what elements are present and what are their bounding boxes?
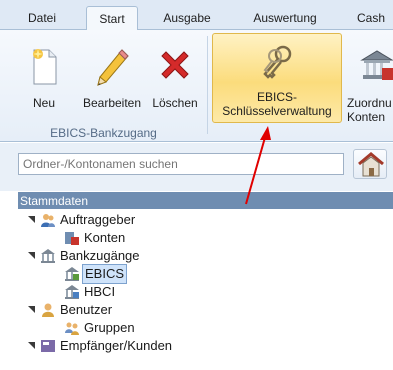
tree-node-label: Konten: [84, 230, 126, 245]
pencil-icon: [97, 49, 129, 86]
new-button-label: Neu: [32, 96, 55, 110]
tree-node-label: Empfänger/Kunden: [60, 338, 173, 353]
master-data-tree: Auftraggeber Konten Bankzugänge EBICS HB…: [18, 209, 393, 370]
edit-button-label: Bearbeiten: [82, 96, 142, 110]
search-bar: [0, 143, 393, 191]
bank-access-icon: [65, 285, 79, 299]
keys-icon: [263, 45, 292, 79]
expand-arrow-icon[interactable]: [28, 342, 35, 349]
tree-node-label: Gruppen: [84, 320, 135, 335]
tree-node-label: Benutzer: [60, 302, 113, 317]
assignment-label-line1: Zuordnu: [347, 96, 392, 110]
expand-arrow-icon[interactable]: [28, 306, 35, 313]
bank-building-icon: [360, 50, 393, 80]
tab-cash[interactable]: Cash: [346, 6, 393, 31]
assignment-button-label: Zuordnu Konten: [344, 96, 393, 124]
edit-button[interactable]: Bearbeiten: [72, 34, 152, 120]
ebics-key-management-button[interactable]: EBICS- Schlüsselverwaltung: [212, 33, 342, 123]
home-button[interactable]: [353, 149, 387, 179]
recipients-icon: [41, 340, 55, 352]
expand-arrow-icon[interactable]: [28, 216, 35, 223]
tree-node-label: EBICS: [82, 264, 128, 284]
new-document-icon: [33, 49, 57, 85]
delete-button[interactable]: Löschen: [146, 34, 204, 120]
delete-button-label: Löschen: [152, 96, 198, 110]
accounts-icon: [65, 232, 79, 245]
tree-section-header: Stammdaten: [18, 192, 393, 209]
delete-x-icon: [161, 51, 189, 79]
ribbon: Neu Bearbeiten Löschen EBICS-Bankzugang …: [0, 30, 393, 142]
tree-node-label: HBCI: [84, 284, 116, 299]
new-button[interactable]: Neu: [26, 34, 62, 120]
tree-node-label: Bankzugänge: [60, 248, 140, 263]
ribbon-group-label: EBICS-Bankzugang: [50, 126, 157, 140]
house-icon: [358, 152, 384, 177]
ebics-button-label: EBICS- Schlüsselverwaltung: [213, 90, 341, 118]
ebics-label-line1: EBICS-: [256, 90, 297, 104]
tab-datei[interactable]: Datei: [22, 6, 62, 31]
ribbon-tab-bar: Datei Start Ausgabe Auswertung Cash: [0, 0, 393, 32]
user-icon: [42, 303, 54, 317]
assignment-accounts-button[interactable]: Zuordnu Konten: [344, 34, 393, 124]
tab-ausgabe[interactable]: Ausgabe: [152, 6, 222, 31]
bank-access-icon: [65, 267, 79, 281]
assignment-label-line2: Konten: [347, 110, 386, 124]
tree-node-label: Auftraggeber: [60, 212, 136, 227]
ribbon-group-separator: [207, 36, 208, 134]
users-icon: [41, 214, 55, 227]
bank-icon: [41, 249, 55, 263]
tab-auswertung[interactable]: Auswertung: [240, 6, 330, 31]
tab-start[interactable]: Start: [86, 6, 138, 32]
folder-account-search-input[interactable]: [18, 153, 344, 175]
ebics-label-line2: Schlüsselverwaltung: [222, 104, 332, 118]
group-icon: [65, 322, 79, 335]
expand-arrow-icon[interactable]: [28, 252, 35, 259]
